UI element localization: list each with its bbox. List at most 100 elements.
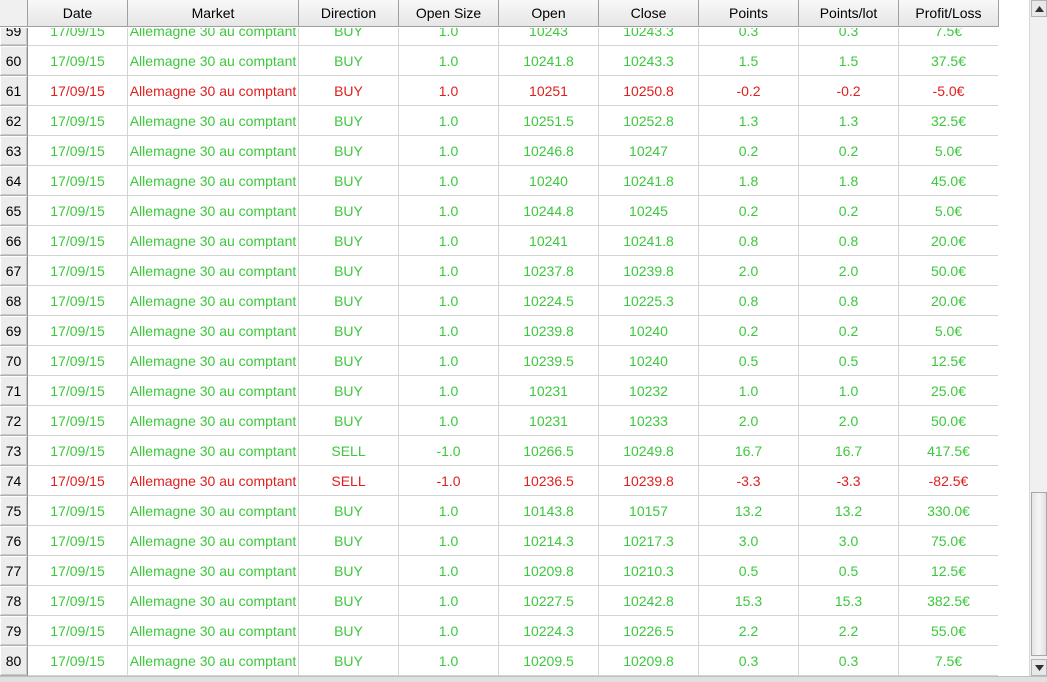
cell-points[interactable]: 15.3: [699, 586, 799, 616]
cell-profit-loss[interactable]: 330.0€: [899, 496, 999, 526]
row-number[interactable]: 72: [0, 406, 28, 436]
table-row[interactable]: 75 17/09/15 Allemagne 30 au comptant BUY 1.0…: [0, 496, 1029, 526]
cell-direction[interactable]: SELL: [299, 466, 399, 496]
cell-open[interactable]: 10240: [499, 166, 599, 196]
cell-open[interactable]: 10143.8: [499, 496, 599, 526]
table-row[interactable]: 68 17/09/15 Allemagne 30 au comptant BUY 1.0…: [0, 286, 1029, 316]
cell-points[interactable]: 0.3: [699, 646, 799, 676]
cell-open-size[interactable]: -1.0: [399, 466, 499, 496]
cell-points-per-lot[interactable]: 0.2: [799, 136, 899, 166]
column-header-close[interactable]: Close: [599, 0, 699, 27]
cell-open-size[interactable]: 1.0: [399, 646, 499, 676]
cell-profit-loss[interactable]: 20.0€: [899, 226, 999, 256]
cell-open[interactable]: 10209.8: [499, 556, 599, 586]
scroll-thumb[interactable]: [1031, 492, 1047, 656]
cell-market[interactable]: Allemagne 30 au comptant: [128, 586, 299, 616]
cell-points[interactable]: 1.3: [699, 106, 799, 136]
cell-direction[interactable]: BUY: [299, 136, 399, 166]
table-row[interactable]: 74 17/09/15 Allemagne 30 au comptant SELL -1…: [0, 466, 1029, 496]
row-number[interactable]: 69: [0, 316, 28, 346]
column-header-points[interactable]: Points: [699, 0, 799, 27]
cell-market[interactable]: Allemagne 30 au comptant: [128, 166, 299, 196]
cell-profit-loss[interactable]: 25.0€: [899, 376, 999, 406]
cell-points-per-lot[interactable]: 0.8: [799, 226, 899, 256]
cell-points-per-lot[interactable]: 1.3: [799, 106, 899, 136]
cell-points[interactable]: 13.2: [699, 496, 799, 526]
cell-close[interactable]: 10241.8: [599, 226, 699, 256]
cell-profit-loss[interactable]: 55.0€: [899, 616, 999, 646]
cell-date[interactable]: 17/09/15: [28, 526, 128, 556]
cell-close[interactable]: 10157: [599, 496, 699, 526]
cell-open[interactable]: 10236.5: [499, 466, 599, 496]
row-number[interactable]: 68: [0, 286, 28, 316]
cell-points[interactable]: 2.2: [699, 616, 799, 646]
cell-profit-loss[interactable]: 32.5€: [899, 106, 999, 136]
table-row[interactable]: 73 17/09/15 Allemagne 30 au comptant SELL -1…: [0, 436, 1029, 466]
table-row[interactable]: 78 17/09/15 Allemagne 30 au comptant BUY 1.0…: [0, 586, 1029, 616]
cell-profit-loss[interactable]: 50.0€: [899, 406, 999, 436]
cell-close[interactable]: 10249.8: [599, 436, 699, 466]
cell-open[interactable]: 10214.3: [499, 526, 599, 556]
column-header-open[interactable]: Open: [499, 0, 599, 27]
cell-close[interactable]: 10226.5: [599, 616, 699, 646]
table-row[interactable]: 64 17/09/15 Allemagne 30 au comptant BUY 1.0…: [0, 166, 1029, 196]
cell-open-size[interactable]: 1.0: [399, 586, 499, 616]
cell-open-size[interactable]: 1.0: [399, 106, 499, 136]
cell-direction[interactable]: BUY: [299, 286, 399, 316]
cell-points-per-lot[interactable]: -3.3: [799, 466, 899, 496]
cell-market[interactable]: Allemagne 30 au comptant: [128, 376, 299, 406]
cell-points-per-lot[interactable]: -0.2: [799, 76, 899, 106]
cell-profit-loss[interactable]: 20.0€: [899, 286, 999, 316]
cell-points[interactable]: 0.2: [699, 196, 799, 226]
cell-date[interactable]: 17/09/15: [28, 286, 128, 316]
row-number[interactable]: 66: [0, 226, 28, 256]
table-row[interactable]: 67 17/09/15 Allemagne 30 au comptant BUY 1.0…: [0, 256, 1029, 286]
row-number[interactable]: 62: [0, 106, 28, 136]
cell-close[interactable]: 10250.8: [599, 76, 699, 106]
row-number[interactable]: 70: [0, 346, 28, 376]
cell-direction[interactable]: BUY: [299, 376, 399, 406]
cell-direction[interactable]: BUY: [299, 166, 399, 196]
column-header-points-per-lot[interactable]: Points/lot: [799, 0, 899, 27]
cell-open[interactable]: 10231: [499, 376, 599, 406]
cell-profit-loss[interactable]: 5.0€: [899, 316, 999, 346]
table-row[interactable]: 69 17/09/15 Allemagne 30 au comptant BUY 1.0…: [0, 316, 1029, 346]
cell-open[interactable]: 10251: [499, 76, 599, 106]
cell-close[interactable]: 10245: [599, 196, 699, 226]
table-row[interactable]: 77 17/09/15 Allemagne 30 au comptant BUY 1.0…: [0, 556, 1029, 586]
cell-points-per-lot[interactable]: 1.0: [799, 376, 899, 406]
cell-open-size[interactable]: 1.0: [399, 526, 499, 556]
cell-direction[interactable]: BUY: [299, 496, 399, 526]
cell-open[interactable]: 10224.3: [499, 616, 599, 646]
row-number[interactable]: 64: [0, 166, 28, 196]
cell-points-per-lot[interactable]: 2.0: [799, 406, 899, 436]
cell-market[interactable]: Allemagne 30 au comptant: [128, 286, 299, 316]
cell-points-per-lot[interactable]: 15.3: [799, 586, 899, 616]
cell-close[interactable]: 10232: [599, 376, 699, 406]
row-number[interactable]: 65: [0, 196, 28, 226]
cell-open[interactable]: 10227.5: [499, 586, 599, 616]
cell-profit-loss[interactable]: 382.5€: [899, 586, 999, 616]
cell-market[interactable]: Allemagne 30 au comptant: [128, 556, 299, 586]
table-row[interactable]: 72 17/09/15 Allemagne 30 au comptant BUY 1.0…: [0, 406, 1029, 436]
cell-open-size[interactable]: 1.0: [399, 256, 499, 286]
cell-date[interactable]: 17/09/15: [28, 556, 128, 586]
scroll-down-button[interactable]: [1031, 659, 1047, 676]
cell-direction[interactable]: BUY: [299, 106, 399, 136]
cell-open-size[interactable]: 1.0: [399, 166, 499, 196]
cell-points-per-lot[interactable]: 0.2: [799, 316, 899, 346]
row-number[interactable]: 60: [0, 46, 28, 76]
cell-open-size[interactable]: 1.0: [399, 556, 499, 586]
cell-points-per-lot[interactable]: 0.5: [799, 556, 899, 586]
table-row[interactable]: 76 17/09/15 Allemagne 30 au comptant BUY 1.0…: [0, 526, 1029, 556]
row-number[interactable]: 75: [0, 496, 28, 526]
cell-points-per-lot[interactable]: 0.3: [799, 646, 899, 676]
column-header-market[interactable]: Market: [128, 0, 299, 27]
cell-points-per-lot[interactable]: 0.2: [799, 196, 899, 226]
cell-profit-loss[interactable]: 45.0€: [899, 166, 999, 196]
row-number[interactable]: 67: [0, 256, 28, 286]
cell-market[interactable]: Allemagne 30 au comptant: [128, 256, 299, 286]
cell-open[interactable]: 10224.5: [499, 286, 599, 316]
cell-market[interactable]: Allemagne 30 au comptant: [128, 46, 299, 76]
cell-open-size[interactable]: 1.0: [399, 196, 499, 226]
